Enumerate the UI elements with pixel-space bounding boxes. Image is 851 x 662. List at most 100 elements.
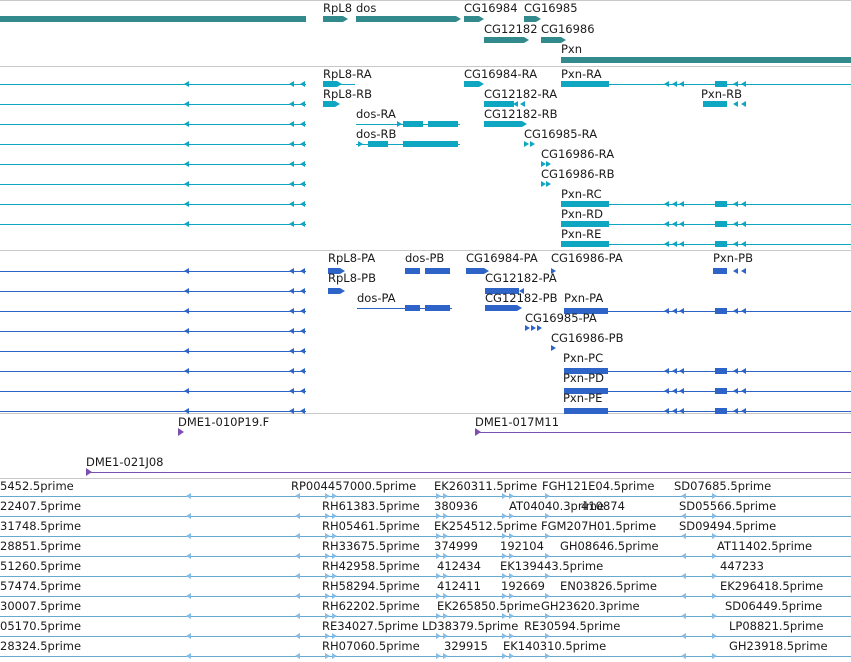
est-label[interactable]: RH58294.5prime <box>322 579 420 593</box>
est-label[interactable]: 380936 <box>434 499 478 513</box>
est-label[interactable]: EK296418.5prime <box>720 579 823 593</box>
gene-label-cg16986[interactable]: CG16986 <box>541 22 595 36</box>
protein-label[interactable]: dos-PA <box>357 291 396 305</box>
est-label[interactable]: RH05461.5prime <box>322 519 420 533</box>
est-label[interactable]: 28851.5prime <box>0 539 81 553</box>
transcript-label[interactable]: dos-RB <box>356 127 396 141</box>
gene-label-cg12182[interactable]: CG12182 <box>484 22 538 36</box>
arrow-left-glyph <box>289 408 294 414</box>
protein-label[interactable]: CG16984-PA <box>466 251 538 265</box>
est-label[interactable]: 51260.5prime <box>0 559 81 573</box>
protein-label[interactable]: CG12182-PA <box>485 271 557 285</box>
protein-label[interactable]: Pxn-PC <box>563 351 603 365</box>
est-label[interactable]: EN03826.5prime <box>560 579 657 593</box>
est-label[interactable]: SD07685.5prime <box>674 479 771 493</box>
arrow-left-glyph <box>300 201 305 207</box>
est-label[interactable]: 412411 <box>437 579 481 593</box>
protein-label[interactable]: CG12182-PB <box>485 291 558 305</box>
arrow-left-glyph <box>679 388 684 394</box>
est-label[interactable]: 57474.5prime <box>0 579 81 593</box>
transcript-label[interactable]: CG16986-RA <box>541 147 614 161</box>
est-label[interactable]: FGH121E04.5prime <box>542 479 655 493</box>
arrow-left-glyph <box>672 201 677 207</box>
protein-label[interactable]: Pxn-PD <box>563 371 604 385</box>
est-label[interactable]: 22407.5prime <box>0 499 81 513</box>
transcript-label[interactable]: CG16986-RB <box>541 167 615 181</box>
transcript-label[interactable]: Pxn-RE <box>561 227 601 241</box>
est-label[interactable]: RP004457000.5prime <box>291 479 416 493</box>
est-label[interactable]: EK254512.5prime <box>434 519 537 533</box>
clone-label[interactable]: DME1-017M11 <box>475 415 559 429</box>
est-label[interactable]: 5452.5prime <box>0 479 74 493</box>
est-label[interactable]: 28324.5prime <box>0 639 81 653</box>
est-label[interactable]: RH42958.5prime <box>322 559 420 573</box>
protein-label[interactable]: Pxn-PE <box>563 391 602 405</box>
protein-label[interactable]: RpL8-PB <box>328 271 376 285</box>
est-label[interactable]: RH07060.5prime <box>322 639 420 653</box>
est-label[interactable]: EK139443.5prime <box>500 559 603 573</box>
est-label[interactable]: 31748.5prime <box>0 519 81 533</box>
est-label[interactable]: EK140310.5prime <box>503 639 606 653</box>
est-label[interactable]: GH23918.5prime <box>729 639 828 653</box>
est-label[interactable]: 192669 <box>501 579 545 593</box>
arrow-left-glyph <box>741 101 746 107</box>
arrow-left-glyph <box>300 121 305 127</box>
est-label[interactable]: 30007.5prime <box>0 599 81 613</box>
est-label[interactable]: RE30594.5prime <box>524 619 620 633</box>
est-label[interactable]: 447233 <box>720 559 764 573</box>
est-label[interactable]: RH61383.5prime <box>322 499 420 513</box>
protein-label[interactable]: Pxn-PA <box>564 291 603 305</box>
est-label[interactable]: AT11402.5prime <box>717 539 812 553</box>
est-label[interactable]: 410874 <box>581 499 625 513</box>
est-label[interactable]: 192104 <box>500 539 544 553</box>
est-label[interactable]: 05170.5prime <box>0 619 81 633</box>
gene-label-rpl8[interactable]: RpL8 <box>323 1 352 15</box>
protein-label[interactable]: dos-PB <box>405 251 444 265</box>
est-label[interactable]: 374999 <box>434 539 478 553</box>
arrow-left-glyph <box>679 308 684 314</box>
est-label[interactable]: RE34027.5prime <box>322 619 418 633</box>
clone-label[interactable]: DME1-010P19.F <box>178 415 269 429</box>
gene-label-cg16984[interactable]: CG16984 <box>464 1 518 15</box>
est-label[interactable]: EK260311.5prime <box>434 479 537 493</box>
transcript-label[interactable]: CG16984-RA <box>464 67 537 81</box>
est-label[interactable]: 329915 <box>444 639 488 653</box>
protein-label[interactable]: CG16986-PB <box>551 331 624 345</box>
gene-label-cg16985[interactable]: CG16985 <box>524 1 578 15</box>
feature-exon <box>715 201 727 207</box>
gene-label-dos[interactable]: dos <box>356 1 376 15</box>
transcript-label[interactable]: CG12182-RB <box>484 107 558 121</box>
est-label[interactable]: SD06449.5prime <box>725 599 822 613</box>
est-label[interactable]: EK265850.5prime <box>437 599 540 613</box>
est-label[interactable]: LD38379.5prime <box>422 619 518 633</box>
arrow-right-glyph <box>509 653 514 659</box>
arrow-left-glyph <box>681 533 686 539</box>
est-label[interactable]: SD05566.5prime <box>679 499 776 513</box>
arrow-right-glyph <box>343 16 348 22</box>
transcript-label[interactable]: dos-RA <box>356 107 396 121</box>
transcript-label[interactable]: CG16985-RA <box>524 127 597 141</box>
clone-label[interactable]: DME1-021J08 <box>86 455 164 469</box>
transcript-label[interactable]: Pxn-RC <box>561 187 602 201</box>
transcript-label[interactable]: Pxn-RB <box>701 87 742 101</box>
est-label[interactable]: FGM207H01.5prime <box>541 519 656 533</box>
est-label[interactable]: GH08646.5prime <box>560 539 659 553</box>
est-label[interactable]: GH23620.3prime <box>541 599 640 613</box>
est-label[interactable]: RH33675.5prime <box>322 539 420 553</box>
feature-exon <box>466 268 484 274</box>
protein-label[interactable]: RpL8-PA <box>328 251 375 265</box>
est-label[interactable]: SD09494.5prime <box>679 519 776 533</box>
protein-label[interactable]: CG16985-PA <box>525 311 597 325</box>
transcript-label[interactable]: Pxn-RA <box>561 67 602 81</box>
protein-label[interactable]: CG16986-PA <box>551 251 623 265</box>
arrow-left-glyph <box>300 288 305 294</box>
transcript-label[interactable]: RpL8-RB <box>323 87 372 101</box>
transcript-label[interactable]: Pxn-RD <box>561 207 603 221</box>
protein-label[interactable]: Pxn-PB <box>713 251 753 265</box>
transcript-label[interactable]: CG12182-RA <box>484 87 557 101</box>
est-label[interactable]: RH62202.5prime <box>322 599 420 613</box>
gene-label-pxn[interactable]: Pxn <box>561 42 582 56</box>
transcript-label[interactable]: RpL8-RA <box>323 67 372 81</box>
est-label[interactable]: LP08821.5prime <box>729 619 823 633</box>
est-label[interactable]: 412434 <box>437 559 481 573</box>
